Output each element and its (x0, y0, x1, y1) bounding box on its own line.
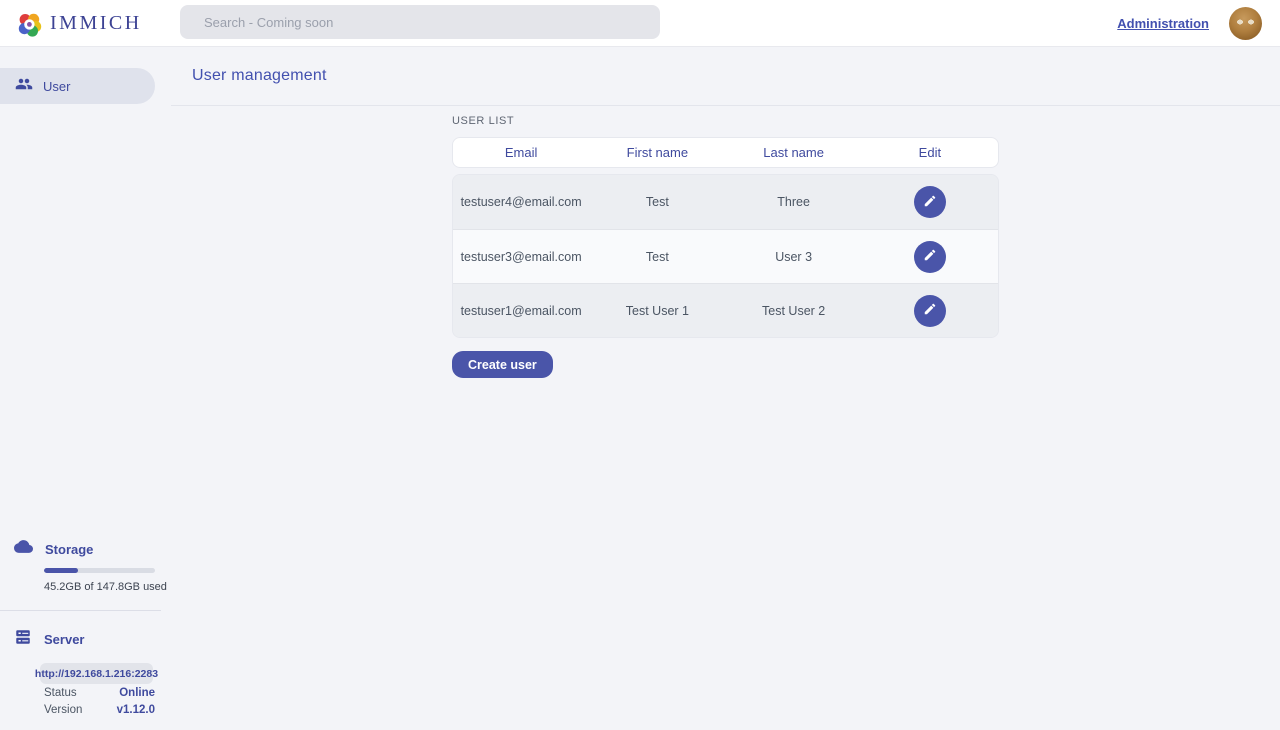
top-bar: IMMICH Administration (0, 0, 1280, 47)
page-title: User management (192, 67, 327, 85)
edit-user-button[interactable] (914, 186, 946, 218)
table-row: testuser1@email.com Test User 1 Test Use… (453, 283, 998, 337)
main-panel: User management USER LIST Email First na… (171, 47, 1280, 730)
cell-last-name: Three (726, 195, 862, 209)
user-table-header: Email First name Last name Edit (452, 137, 999, 168)
server-version-label: Version (44, 704, 82, 716)
table-row: testuser3@email.com Test User 3 (453, 229, 998, 283)
cell-first-name: Test (589, 195, 725, 209)
page-header: User management (171, 47, 1280, 106)
server-title: Server (44, 632, 84, 647)
edit-user-button[interactable] (914, 295, 946, 327)
cell-email: testuser4@email.com (453, 195, 589, 209)
sidebar-divider (0, 610, 161, 611)
immich-logo[interactable]: IMMICH (0, 10, 164, 37)
edit-user-button[interactable] (914, 241, 946, 273)
storage-title: Storage (45, 542, 93, 557)
server-status-value: Online (119, 687, 155, 699)
column-header-last-name: Last name (726, 145, 862, 160)
brand-wordmark: IMMICH (50, 12, 142, 35)
avatar-photo-glasses (1234, 18, 1257, 26)
sidebar-footer: Storage 45.2GB of 147.8GB used Server ht… (0, 537, 171, 730)
create-user-button[interactable]: Create user (452, 351, 553, 378)
column-header-edit: Edit (862, 145, 998, 160)
column-header-first-name: First name (589, 145, 725, 160)
server-icon (14, 628, 32, 651)
table-row: testuser4@email.com Test Three (453, 175, 998, 229)
admin-sidebar: User Storage 45.2GB of 147.8GB used (0, 47, 171, 730)
sidebar-item-user-label: User (43, 79, 70, 94)
user-table-body: testuser4@email.com Test Three testuser3… (452, 174, 999, 338)
pencil-icon (923, 248, 937, 265)
cell-email: testuser1@email.com (453, 304, 589, 318)
server-url-link[interactable]: http://192.168.1.216:2283 (40, 663, 153, 684)
server-version-row: Version v1.12.0 (44, 701, 155, 718)
server-version-value: v1.12.0 (117, 704, 155, 716)
server-status-label: Status (44, 687, 77, 699)
users-icon (15, 75, 33, 98)
user-list-label: USER LIST (452, 115, 999, 127)
cloud-icon (14, 537, 33, 561)
server-status-row: Status Online (44, 684, 155, 701)
administration-link[interactable]: Administration (1117, 16, 1209, 31)
cell-last-name: Test User 2 (726, 304, 862, 318)
column-header-email: Email (453, 145, 589, 160)
pencil-icon (923, 302, 937, 319)
immich-flower-icon (16, 10, 43, 37)
user-avatar[interactable] (1229, 7, 1262, 40)
storage-usage-text: 45.2GB of 147.8GB used (44, 581, 171, 593)
cell-last-name: User 3 (726, 250, 862, 264)
sidebar-item-user[interactable]: User (0, 68, 155, 104)
cell-first-name: Test (589, 250, 725, 264)
cell-first-name: Test User 1 (589, 304, 725, 318)
storage-progress-bar (44, 568, 155, 573)
user-list-section: USER LIST Email First name Last name Edi… (452, 115, 999, 378)
cell-email: testuser3@email.com (453, 250, 589, 264)
storage-progress-fill (44, 568, 78, 573)
pencil-icon (923, 194, 937, 211)
search-input[interactable] (180, 5, 660, 39)
